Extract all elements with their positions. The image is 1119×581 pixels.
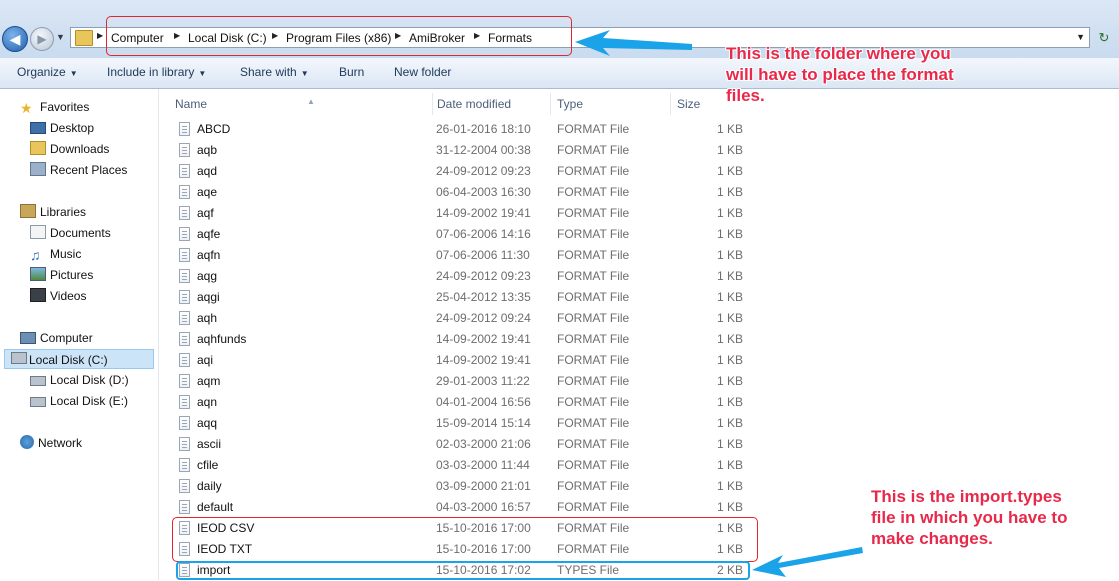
import-note: This is the import.types file in which y…	[871, 487, 1068, 548]
folder-note: This is the folder where you will have t…	[726, 44, 954, 105]
arrow-to-import	[752, 547, 863, 577]
arrow-to-address	[575, 30, 692, 56]
